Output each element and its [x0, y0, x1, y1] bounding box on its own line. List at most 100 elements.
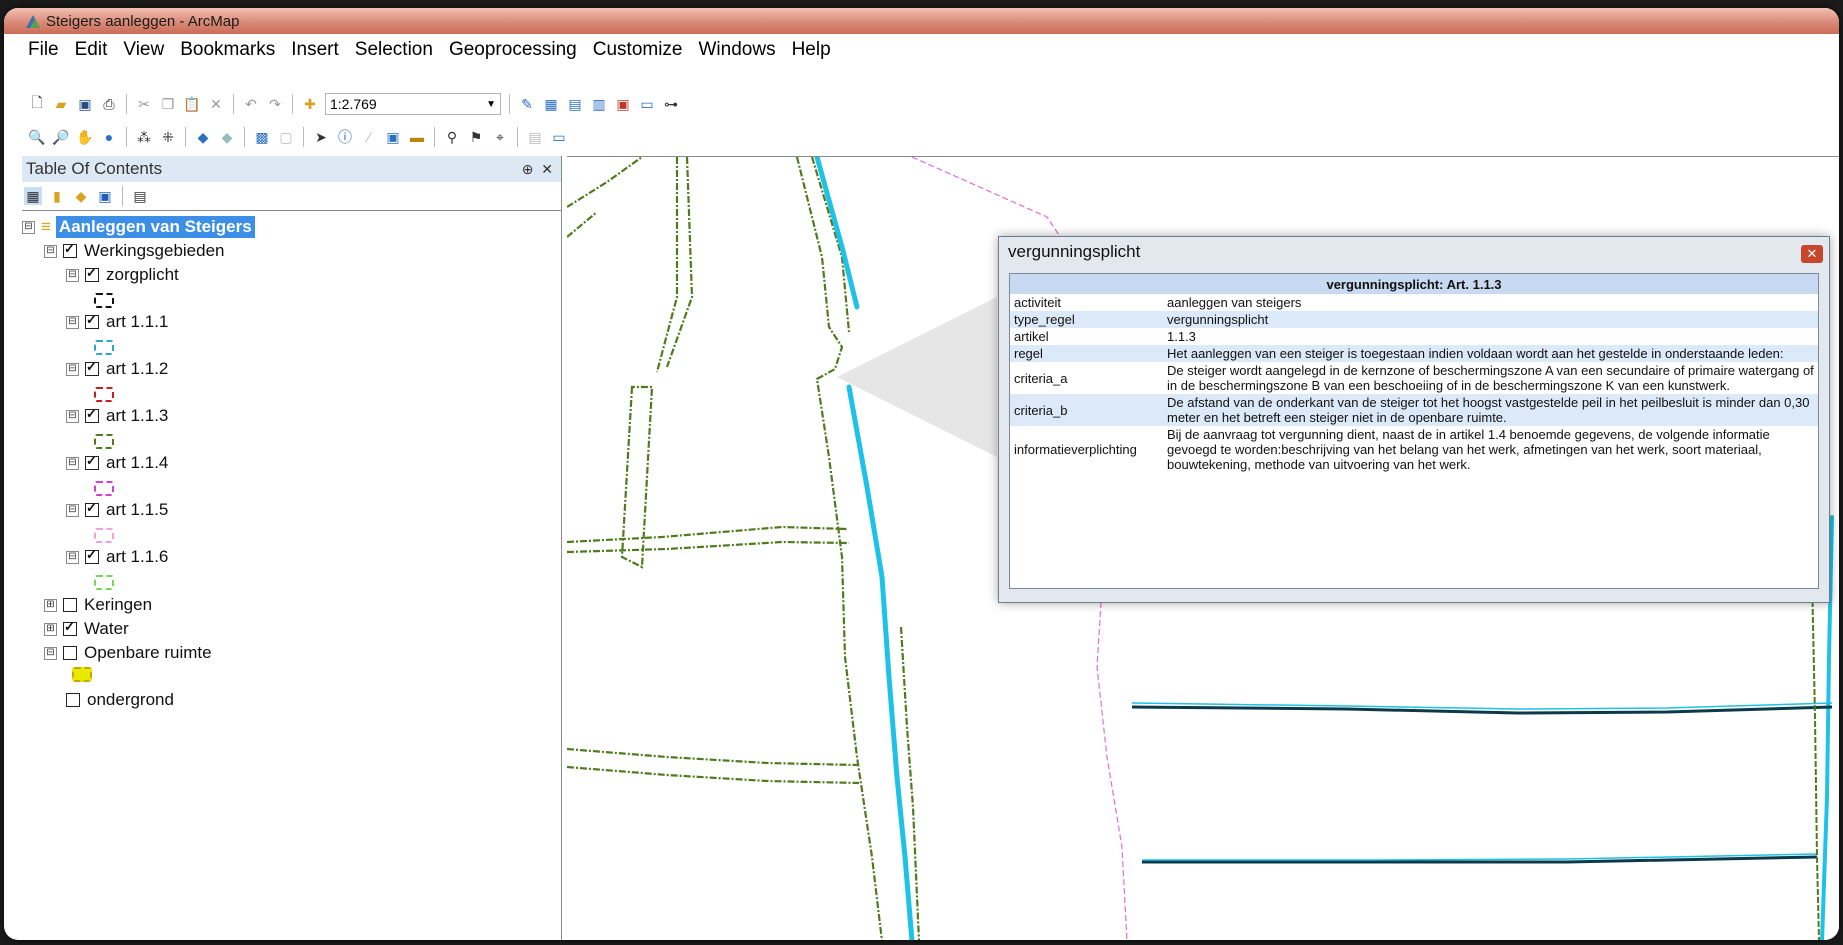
toc-layer-item[interactable]: ⊞ Keringen	[44, 593, 152, 617]
toc-layer-item[interactable]: ⊟ art 1.1.5	[66, 498, 168, 522]
redo-icon[interactable]: ↷	[266, 95, 284, 113]
toc-layer-item[interactable]: ⊟ zorgplicht	[66, 263, 179, 287]
model-builder-icon[interactable]: ⊶	[662, 95, 680, 113]
time-slider-icon[interactable]: ▤	[526, 128, 544, 146]
menu-edit[interactable]: Edit	[75, 39, 108, 61]
toc-layer-label[interactable]: art 1.1.4	[106, 453, 168, 473]
fixed-zoom-out-icon[interactable]: ⁜	[159, 128, 177, 146]
expand-icon[interactable]: ⊞	[44, 622, 57, 636]
layer-checkbox[interactable]	[63, 619, 77, 636]
list-by-selection-icon[interactable]: ▣	[96, 187, 114, 205]
list-by-visibility-icon[interactable]: ◆	[72, 187, 90, 205]
menu-bookmarks[interactable]: Bookmarks	[180, 39, 275, 61]
toc-layer-item[interactable]: ⊟ Openbare ruimte	[44, 641, 212, 665]
collapse-icon[interactable]: ⊟	[44, 244, 57, 258]
layer-checkbox[interactable]	[85, 547, 99, 564]
menu-file[interactable]: File	[28, 39, 59, 61]
catalog-icon[interactable]: ▤	[566, 95, 584, 113]
layer-checkbox[interactable]	[85, 265, 99, 282]
menu-windows[interactable]: Windows	[699, 39, 776, 61]
table-icon[interactable]: ▦	[542, 95, 560, 113]
toc-layer-label[interactable]: art 1.1.2	[106, 359, 168, 379]
menu-customize[interactable]: Customize	[593, 39, 683, 61]
toc-group-label[interactable]: Werkingsgebieden	[84, 241, 225, 261]
pin-icon[interactable]: ⊕	[522, 161, 534, 177]
python-icon[interactable]: ▭	[638, 95, 656, 113]
toc-layer-item[interactable]: ⊞ Water	[44, 617, 129, 641]
list-by-source-icon[interactable]: ▮	[48, 187, 66, 205]
toc-layer-item[interactable]: ⊟ art 1.1.6	[66, 545, 168, 569]
toc-layer-item[interactable]: ⊟ art 1.1.4	[66, 451, 168, 475]
print-icon[interactable]: ⎙	[100, 95, 118, 113]
collapse-icon[interactable]: ⊟	[22, 220, 35, 234]
back-icon[interactable]: ◆	[194, 128, 212, 146]
toc-layer-label[interactable]: Keringen	[84, 595, 152, 615]
toc-layer-item[interactable]: ⊟ art 1.1.3	[66, 404, 168, 428]
toc-root-node[interactable]: ⊟ ≡ Aanleggen van Steigers	[22, 215, 255, 239]
collapse-icon[interactable]: ⊟	[66, 456, 79, 470]
toc-layer-label[interactable]: ondergrond	[87, 690, 174, 710]
menu-help[interactable]: Help	[792, 39, 831, 61]
undo-icon[interactable]: ↶	[242, 95, 260, 113]
search-window-icon[interactable]: ▥	[590, 95, 608, 113]
collapse-icon[interactable]: ⊟	[66, 268, 79, 282]
html-popup-icon[interactable]: ▣	[384, 128, 402, 146]
clear-selection-icon[interactable]: ▢	[277, 128, 295, 146]
menu-geoprocessing[interactable]: Geoprocessing	[449, 39, 577, 61]
toc-layer-label[interactable]: Openbare ruimte	[84, 643, 212, 663]
toc-layer-item[interactable]: ondergrond	[66, 688, 174, 712]
paste-icon[interactable]: 📋	[183, 95, 201, 113]
collapse-icon[interactable]: ⊟	[66, 409, 79, 423]
menu-insert[interactable]: Insert	[291, 39, 339, 61]
zoom-out-icon[interactable]: 🔎	[52, 128, 70, 146]
copy-icon[interactable]: ❐	[159, 95, 177, 113]
go-to-xy-icon[interactable]: ⌖	[491, 128, 509, 146]
toolbox-icon[interactable]: ▣	[614, 95, 632, 113]
new-icon[interactable]: 🗋	[28, 94, 46, 113]
select-elements-icon[interactable]: ➤	[312, 128, 330, 146]
find-icon[interactable]: ⚲	[443, 128, 461, 146]
map-scale-combo[interactable]: 1:2.769 ▼	[325, 93, 501, 115]
pan-icon[interactable]: ✋	[76, 128, 94, 146]
select-features-icon[interactable]: ▩	[253, 128, 271, 146]
forward-icon[interactable]: ◆	[218, 128, 236, 146]
globe-icon[interactable]: ●	[100, 128, 118, 146]
collapse-icon[interactable]: ⊟	[66, 315, 79, 329]
layer-checkbox[interactable]	[66, 693, 80, 707]
toc-layer-label[interactable]: art 1.1.1	[106, 312, 168, 332]
viewer-icon[interactable]: ▭	[550, 128, 568, 146]
toc-group-werkingsgebieden[interactable]: ⊟ Werkingsgebieden	[44, 239, 225, 263]
toc-layer-item[interactable]: ⊟ art 1.1.2	[66, 357, 168, 381]
toc-root-label[interactable]: Aanleggen van Steigers	[55, 216, 255, 238]
open-icon[interactable]: ▰	[52, 95, 70, 113]
werkingsgebieden-checkbox[interactable]	[63, 241, 77, 258]
editor-icon[interactable]: ✎	[518, 95, 536, 113]
cut-icon[interactable]: ✂	[135, 95, 153, 113]
options-icon[interactable]: ▤	[131, 187, 149, 205]
toc-layer-item[interactable]: ⊟ art 1.1.1	[66, 310, 168, 334]
menu-view[interactable]: View	[123, 39, 164, 61]
layer-checkbox[interactable]	[85, 406, 99, 423]
identify-icon[interactable]: ⓘ	[336, 128, 354, 146]
menu-selection[interactable]: Selection	[355, 39, 433, 61]
layer-checkbox[interactable]	[85, 359, 99, 376]
delete-icon[interactable]: ✕	[207, 95, 225, 113]
close-icon[interactable]: ✕	[1801, 245, 1823, 263]
toc-layer-label[interactable]: art 1.1.6	[106, 547, 168, 567]
hyperlink-icon[interactable]: ⁄	[360, 128, 378, 146]
zoom-in-icon[interactable]: 🔍	[28, 128, 46, 146]
collapse-icon[interactable]: ⊟	[66, 362, 79, 376]
collapse-icon[interactable]: ⊟	[66, 503, 79, 517]
list-by-drawing-order-icon[interactable]: ▦	[24, 187, 42, 205]
toc-layer-label[interactable]: zorgplicht	[106, 265, 179, 285]
collapse-icon[interactable]: ⊟	[66, 550, 79, 564]
toc-layer-label[interactable]: art 1.1.5	[106, 500, 168, 520]
measure-icon[interactable]: ▬	[408, 128, 426, 146]
toc-layer-label[interactable]: art 1.1.3	[106, 406, 168, 426]
fixed-zoom-in-icon[interactable]: ⁂	[135, 128, 153, 146]
layer-checkbox[interactable]	[85, 312, 99, 329]
collapse-icon[interactable]: ⊟	[44, 646, 57, 660]
layer-checkbox[interactable]	[85, 500, 99, 517]
layer-checkbox[interactable]	[85, 453, 99, 470]
layer-checkbox[interactable]	[63, 598, 77, 612]
